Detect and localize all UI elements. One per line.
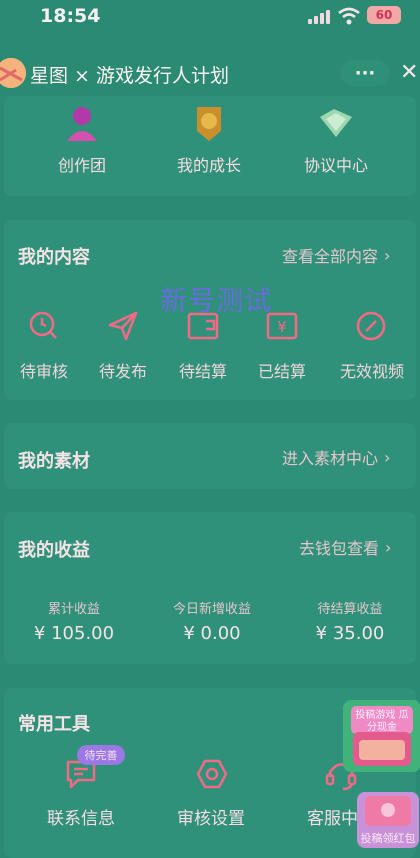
stat-label: 今日新增收益: [172, 602, 251, 617]
app-logo-icon: [0, 58, 26, 88]
wifi-icon: [337, 7, 361, 29]
promo-floating-banner[interactable]: 投稿游戏 瓜分现金: [343, 700, 420, 772]
feature-label: 我的成长: [176, 156, 241, 175]
chevron-right-icon: ›: [385, 537, 392, 557]
feature-agreement-center[interactable]: [316, 103, 356, 147]
svg-text:¥: ¥: [277, 318, 287, 336]
my-materials-title: 我的素材: [18, 451, 90, 472]
send-icon: [108, 311, 138, 341]
content-item-label: 待结算: [178, 362, 227, 381]
stat-value: ¥ 35.00: [315, 623, 385, 644]
person-icon: [67, 107, 97, 141]
wallet-icon: [187, 312, 219, 340]
status-badge: 待完善: [77, 745, 125, 765]
tools-title: 常用工具: [18, 714, 90, 735]
stat-label: 待结算收益: [317, 602, 383, 617]
content-item-label: 待发布: [98, 362, 147, 381]
content-item-label: 待审核: [19, 362, 68, 381]
hexagon-settings-icon: [196, 759, 228, 789]
content-item-label: 无效视频: [339, 362, 404, 381]
signal-icon: [308, 10, 330, 24]
content-item-settled[interactable]: ¥: [265, 309, 299, 347]
materials-center-label: 进入素材中心: [282, 449, 379, 468]
red-packet-button[interactable]: 投稿领红包: [357, 792, 419, 848]
tool-review-settings[interactable]: [195, 757, 229, 795]
content-item-pending-publish[interactable]: [106, 309, 140, 347]
promo-text: 投稿游戏 瓜分现金: [355, 710, 409, 733]
tool-label: 审核设置: [177, 809, 245, 829]
battery-icon: 60: [367, 6, 401, 24]
status-time: 18:54: [40, 5, 101, 27]
content-item-pending-review[interactable]: [27, 309, 61, 347]
handshake-icon: [320, 109, 352, 137]
view-all-content-label: 查看全部内容: [282, 247, 379, 266]
close-button[interactable]: ✕: [400, 60, 418, 85]
materials-center-link[interactable]: 进入素材中心 ›: [282, 445, 390, 469]
content-item-invalid-video[interactable]: [354, 309, 388, 347]
feature-label: 协议中心: [303, 156, 368, 175]
wallet-link-label: 去钱包查看: [299, 539, 380, 558]
wallet-link[interactable]: 去钱包查看 ›: [299, 535, 391, 559]
stat-value: ¥ 0.00: [183, 623, 241, 644]
clock-search-icon: [29, 311, 57, 339]
content-item-label: 已结算: [257, 362, 306, 381]
invalid-icon: [356, 311, 386, 341]
feature-label: 创作团: [57, 156, 106, 175]
yen-receipt-icon: ¥: [266, 312, 298, 340]
red-packet-icon: [365, 796, 411, 826]
medal-icon: [197, 107, 221, 141]
my-earnings-title: 我的收益: [18, 540, 90, 561]
chevron-right-icon: ›: [384, 245, 391, 265]
battery-level: 60: [375, 8, 393, 22]
stat-value: ¥ 105.00: [33, 623, 115, 644]
feature-creator-team[interactable]: [52, 103, 112, 147]
view-all-content-link[interactable]: 查看全部内容 ›: [282, 243, 390, 267]
page-title: 星图 × 游戏发行人计划: [30, 65, 229, 87]
content-item-pending-settlement[interactable]: [186, 309, 220, 347]
my-content-title: 我的内容: [18, 247, 90, 268]
more-button[interactable]: ···: [340, 60, 390, 86]
feature-my-growth[interactable]: [189, 103, 229, 147]
red-packet-label: 投稿领红包: [360, 832, 416, 845]
chevron-right-icon: ›: [384, 447, 391, 467]
stat-label: 累计收益: [47, 602, 100, 617]
tool-label: 联系信息: [47, 809, 115, 829]
